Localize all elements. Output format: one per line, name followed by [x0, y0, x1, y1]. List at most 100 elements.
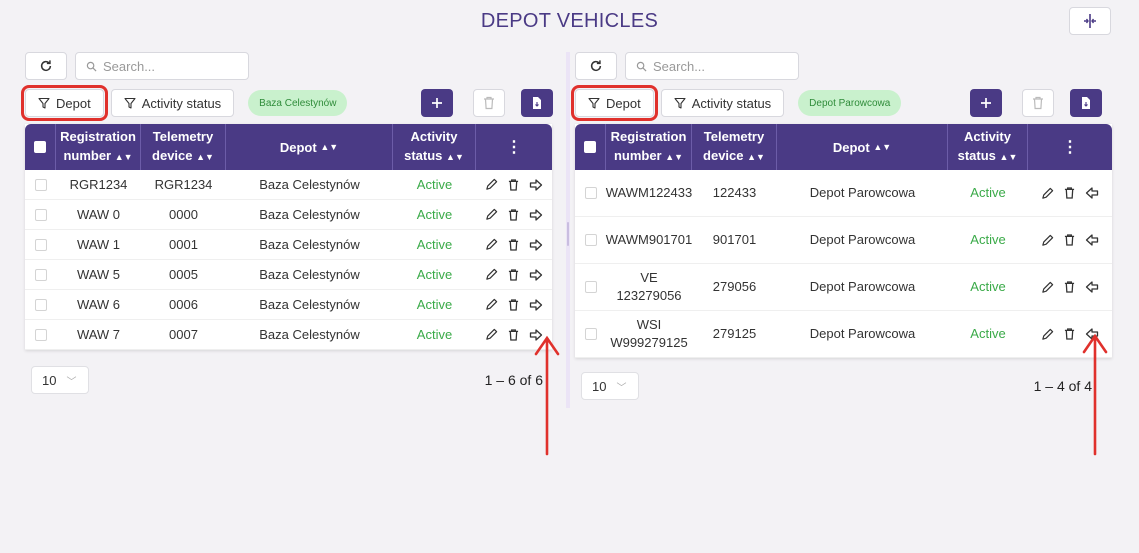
- pencil-icon[interactable]: [1041, 187, 1054, 200]
- col-registration[interactable]: Registration number ▲▼: [606, 124, 692, 170]
- plus-icon: [981, 98, 991, 108]
- cell-registration: WSI W999279125: [610, 317, 688, 350]
- split-view-icon: [1084, 14, 1096, 28]
- filter-depot-button[interactable]: Depot: [21, 85, 108, 121]
- search-field[interactable]: [625, 52, 799, 80]
- right-panel: Depot Activity status Depot Parowcowa Re…: [571, 52, 1112, 402]
- pencil-icon[interactable]: [485, 268, 498, 281]
- filter-activity-button[interactable]: Activity status: [110, 89, 235, 117]
- trash-icon[interactable]: [1064, 233, 1075, 247]
- filter-activity-label: Activity status: [691, 95, 772, 111]
- row-checkbox[interactable]: [25, 320, 56, 349]
- filter-icon: [588, 97, 600, 109]
- trash-icon[interactable]: [508, 328, 519, 342]
- arrow-right-icon[interactable]: [529, 268, 543, 281]
- cell-registration: WAW 6: [76, 296, 121, 312]
- arrow-left-icon[interactable]: [1085, 187, 1099, 199]
- row-checkbox[interactable]: [25, 170, 56, 199]
- arrow-right-icon[interactable]: [529, 298, 543, 311]
- row-checkbox[interactable]: [575, 217, 606, 263]
- col-depot[interactable]: Depot ▲▼: [777, 124, 948, 170]
- column-menu-button[interactable]: ⋮: [1028, 124, 1112, 170]
- cell-telemetry: 0007: [169, 326, 198, 342]
- cell-depot: Baza Celestynów: [259, 206, 360, 222]
- row-checkbox[interactable]: [575, 264, 606, 310]
- cell-depot: Baza Celestynów: [259, 296, 360, 312]
- pencil-icon[interactable]: [485, 298, 498, 311]
- add-button[interactable]: [970, 89, 1002, 117]
- row-checkbox[interactable]: [25, 260, 56, 289]
- col-status[interactable]: Activity status ▲▼: [393, 124, 476, 170]
- row-checkbox[interactable]: [25, 230, 56, 259]
- row-checkbox[interactable]: [575, 170, 606, 216]
- pencil-icon[interactable]: [485, 208, 498, 221]
- col-status[interactable]: Activity status ▲▼: [948, 124, 1028, 170]
- page-size-select[interactable]: 10 ﹀: [581, 372, 639, 400]
- search-input[interactable]: [103, 58, 233, 74]
- cell-registration: WAW 1: [76, 236, 121, 252]
- split-view-button[interactable]: [1069, 7, 1111, 35]
- add-button[interactable]: [421, 89, 453, 117]
- trash-icon[interactable]: [508, 238, 519, 252]
- trash-icon[interactable]: [508, 298, 519, 312]
- col-telemetry[interactable]: Telemetry device ▲▼: [141, 124, 226, 170]
- table-row: WAW 5 0005 Baza Celestynów Active: [25, 260, 552, 290]
- row-checkbox[interactable]: [25, 200, 56, 229]
- cell-telemetry: 0005: [169, 266, 198, 282]
- cell-status: Active: [970, 185, 1006, 200]
- cell-registration: WAW 5: [76, 266, 121, 282]
- select-all-checkbox[interactable]: [25, 124, 56, 170]
- row-checkbox[interactable]: [575, 311, 606, 357]
- trash-icon[interactable]: [1064, 327, 1075, 341]
- col-telemetry[interactable]: Telemetry device ▲▼: [692, 124, 777, 170]
- panel-splitter[interactable]: [566, 52, 570, 408]
- trash-icon[interactable]: [508, 268, 519, 282]
- cell-telemetry: 901701: [712, 232, 757, 247]
- cell-telemetry: 0006: [169, 296, 198, 312]
- delete-button[interactable]: [1022, 89, 1054, 117]
- pencil-icon[interactable]: [485, 328, 498, 341]
- arrow-right-icon[interactable]: [529, 238, 543, 251]
- delete-button[interactable]: [473, 89, 505, 117]
- cell-status: Active: [970, 279, 1006, 294]
- page-size-select[interactable]: 10 ﹀: [31, 366, 89, 394]
- left-panel: Depot Activity status Baza Celestynów Re…: [21, 52, 553, 396]
- pencil-icon[interactable]: [485, 238, 498, 251]
- trash-icon[interactable]: [1064, 280, 1075, 294]
- cell-registration: RGR1234: [69, 176, 128, 192]
- arrow-left-icon[interactable]: [1085, 234, 1099, 246]
- arrow-right-icon[interactable]: [529, 178, 543, 191]
- export-button[interactable]: [1070, 89, 1102, 117]
- sort-icon: ▲▼: [196, 152, 214, 162]
- depot-filter-chip[interactable]: Baza Celestynów: [248, 90, 348, 116]
- refresh-button[interactable]: [25, 52, 67, 80]
- filter-activity-button[interactable]: Activity status: [660, 89, 785, 117]
- depot-filter-chip[interactable]: Depot Parowcowa: [798, 90, 902, 116]
- pencil-icon[interactable]: [1041, 328, 1054, 341]
- sort-icon: ▲▼: [747, 152, 765, 162]
- arrow-left-icon[interactable]: [1085, 281, 1099, 293]
- column-menu-button[interactable]: ⋮: [476, 124, 552, 170]
- pencil-icon[interactable]: [485, 178, 498, 191]
- export-button[interactable]: [521, 89, 553, 117]
- sort-icon: ▲▼: [873, 141, 892, 152]
- pencil-icon[interactable]: [1041, 234, 1054, 247]
- cell-depot: Baza Celestynów: [259, 176, 360, 192]
- col-depot[interactable]: Depot ▲▼: [226, 124, 393, 170]
- pencil-icon[interactable]: [1041, 281, 1054, 294]
- search-input[interactable]: [653, 58, 783, 74]
- search-field[interactable]: [75, 52, 249, 80]
- filter-depot-label: Depot: [56, 95, 91, 111]
- sort-icon: ▲▼: [446, 152, 464, 162]
- arrow-right-icon[interactable]: [529, 208, 543, 221]
- cell-telemetry: RGR1234: [154, 176, 213, 192]
- trash-icon[interactable]: [1064, 186, 1075, 200]
- cell-telemetry: 122433: [712, 185, 757, 200]
- refresh-button[interactable]: [575, 52, 617, 80]
- trash-icon[interactable]: [508, 208, 519, 222]
- select-all-checkbox[interactable]: [575, 124, 606, 170]
- filter-depot-button[interactable]: Depot: [571, 85, 658, 121]
- col-registration[interactable]: Registration number ▲▼: [56, 124, 141, 170]
- row-checkbox[interactable]: [25, 290, 56, 319]
- trash-icon[interactable]: [508, 178, 519, 192]
